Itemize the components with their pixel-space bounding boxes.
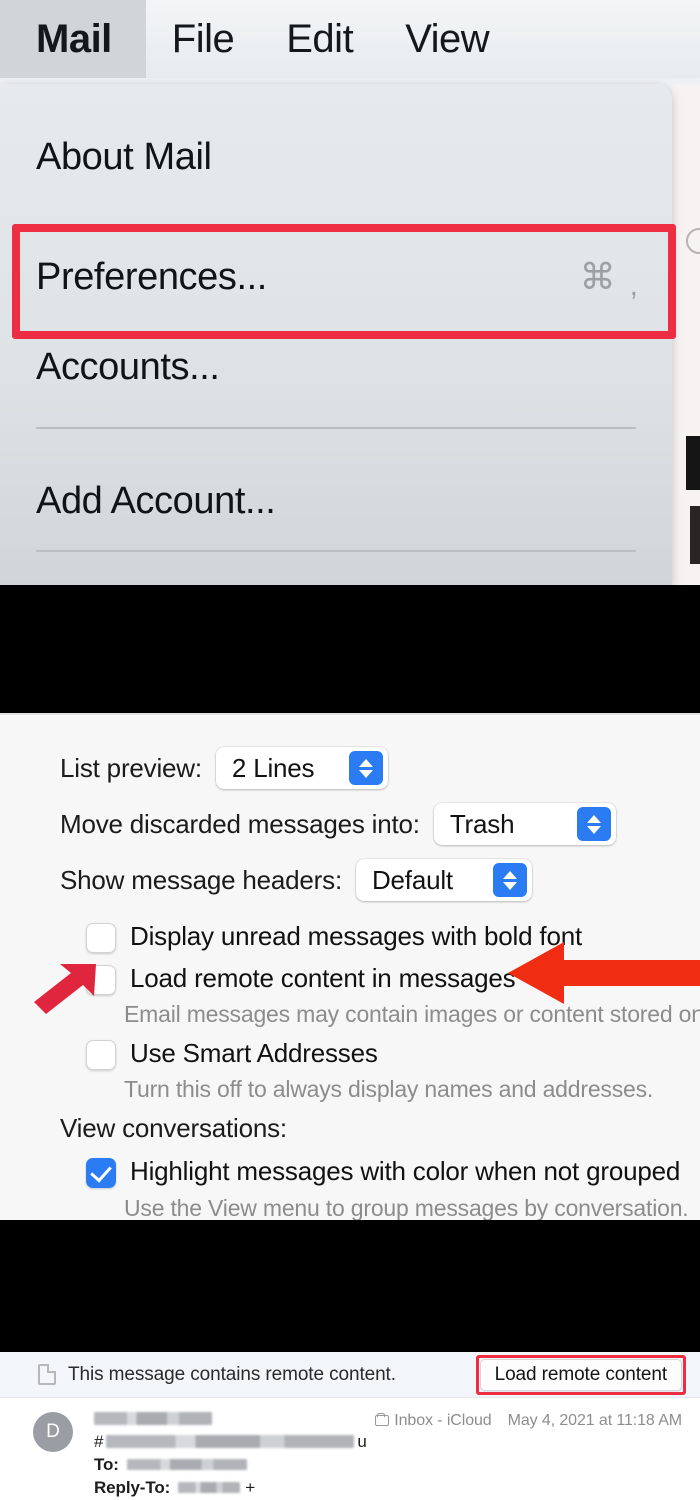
view-conversations-label: View conversations: [60, 1113, 287, 1143]
menu-item-add-account-label: Add Account... [36, 479, 276, 522]
folder-icon [375, 1412, 390, 1427]
highlight-messages-checkbox[interactable] [86, 1158, 116, 1188]
list-preview-select[interactable]: 2 Lines [215, 747, 388, 789]
message-meta: Inbox - iCloud May 4, 2021 at 11:18 AM [375, 1412, 682, 1430]
menubar-section: Mail File Edit View About Mail Preferenc… [0, 0, 700, 585]
list-preview-value: 2 Lines [231, 752, 315, 783]
discarded-messages-value: Trash [449, 808, 515, 839]
chevron-updown-icon[interactable] [348, 751, 383, 785]
mailbox-label: Inbox - iCloud [375, 1412, 492, 1430]
menu-item-accounts[interactable]: Accounts... [0, 332, 672, 402]
menu-separator-1 [36, 427, 636, 429]
preferences-pane: List preview: 2 Lines Move discarded mes… [0, 713, 700, 1220]
highlight-messages-label: Highlight messages with color when not g… [130, 1156, 681, 1186]
row-message-headers: Show message headers: Default [60, 859, 532, 901]
bold-unread-checkbox[interactable] [86, 923, 116, 953]
load-remote-content-description: Email messages may contain images or con… [124, 1001, 700, 1027]
menu-item-add-account[interactable]: Add Account... [0, 466, 672, 536]
discarded-messages-select[interactable]: Trash [433, 803, 616, 845]
load-remote-content-checkbox[interactable] [86, 965, 116, 995]
remote-content-banner-text: This message contains remote content. [68, 1363, 396, 1385]
reply-to-line: Reply-To: + [94, 1476, 367, 1499]
message-headers-select[interactable]: Default [355, 859, 532, 901]
menu-item-accounts-label: Accounts... [36, 345, 220, 388]
sender-name-redacted [94, 1412, 212, 1425]
subject-suffix: u [357, 1431, 367, 1451]
discarded-messages-label: Move discarded messages into: [60, 808, 420, 839]
subject-prefix: # [94, 1431, 104, 1451]
menubar-item-file[interactable]: File [146, 0, 260, 78]
menu-item-preferences-label: Preferences... [36, 255, 267, 298]
to-label: To: [94, 1454, 119, 1474]
menu-item-about-mail[interactable]: About Mail [0, 122, 672, 192]
message-headers-value: Default [371, 864, 453, 895]
message-date: May 4, 2021 at 11:18 AM [507, 1412, 683, 1429]
menu-item-about-mail-label: About Mail [36, 135, 212, 178]
row-smart-addresses[interactable]: Use Smart Addresses [86, 1038, 378, 1070]
remote-content-banner: This message contains remote content. Lo… [0, 1352, 700, 1398]
message-header-fields: # u To: Reply-To: + [94, 1407, 367, 1499]
menubar-item-edit[interactable]: Edit [260, 0, 379, 78]
row-bold-unread[interactable]: Display unread messages with bold font [86, 921, 582, 953]
window-edge-dark-b [690, 506, 700, 564]
bold-unread-label: Display unread messages with bold font [130, 921, 582, 951]
sender-name-line [94, 1407, 367, 1430]
menu-item-preferences-shortcut: ⌘ , [579, 256, 642, 302]
crop-gap-lower [0, 1220, 700, 1352]
menu-item-preferences[interactable]: Preferences... ⌘ , [0, 242, 672, 312]
menubar-item-mail[interactable]: Mail [0, 0, 146, 78]
avatar: D [33, 1412, 73, 1452]
smart-addresses-checkbox[interactable] [86, 1040, 116, 1070]
menu-bar: Mail File Edit View [0, 0, 700, 78]
shortcut-key-label: , [629, 269, 642, 302]
message-header: D # u To: Reply-To: + Inbox - iCloud May… [0, 1398, 700, 1500]
mail-menu-dropdown: About Mail Preferences... ⌘ , Accounts..… [0, 84, 672, 585]
row-discarded-messages: Move discarded messages into: Trash [60, 803, 616, 845]
highlight-messages-description: Use the View menu to group messages by c… [124, 1195, 689, 1220]
smart-addresses-label: Use Smart Addresses [130, 1038, 378, 1068]
smart-addresses-description: Turn this off to always display names an… [124, 1076, 654, 1102]
row-highlight-messages[interactable]: Highlight messages with color when not g… [86, 1156, 680, 1188]
load-remote-content-button[interactable]: Load remote content [479, 1358, 682, 1391]
chevron-updown-icon[interactable] [492, 863, 527, 897]
to-value-redacted [126, 1459, 247, 1470]
row-load-remote-content[interactable]: Load remote content in messages [86, 963, 516, 995]
command-key-icon: ⌘ [579, 256, 620, 297]
subject-redacted [106, 1435, 355, 1448]
mailbox-name: Inbox - iCloud [394, 1412, 492, 1429]
window-edge-dark-a [686, 436, 700, 490]
load-remote-content-label: Load remote content in messages [130, 963, 516, 993]
subject-line: # u [94, 1430, 367, 1453]
crop-gap-upper [0, 585, 700, 713]
message-view: This message contains remote content. Lo… [0, 1352, 700, 1500]
reply-to-suffix: + [245, 1477, 256, 1497]
document-icon [38, 1364, 56, 1385]
menu-separator-2 [36, 550, 636, 552]
reply-to-label: Reply-To: [94, 1477, 171, 1497]
to-line: To: [94, 1453, 367, 1476]
load-remote-content-button-highlight: Load remote content [475, 1354, 687, 1395]
reply-to-value-redacted [178, 1482, 241, 1493]
screenshot-root: Mail File Edit View About Mail Preferenc… [0, 0, 700, 1500]
list-preview-label: List preview: [60, 752, 202, 783]
preferences-top-rule [0, 713, 700, 715]
row-list-preview: List preview: 2 Lines [60, 747, 388, 789]
menubar-item-view[interactable]: View [379, 0, 515, 78]
message-headers-label: Show message headers: [60, 864, 342, 895]
chevron-updown-icon[interactable] [576, 807, 611, 841]
